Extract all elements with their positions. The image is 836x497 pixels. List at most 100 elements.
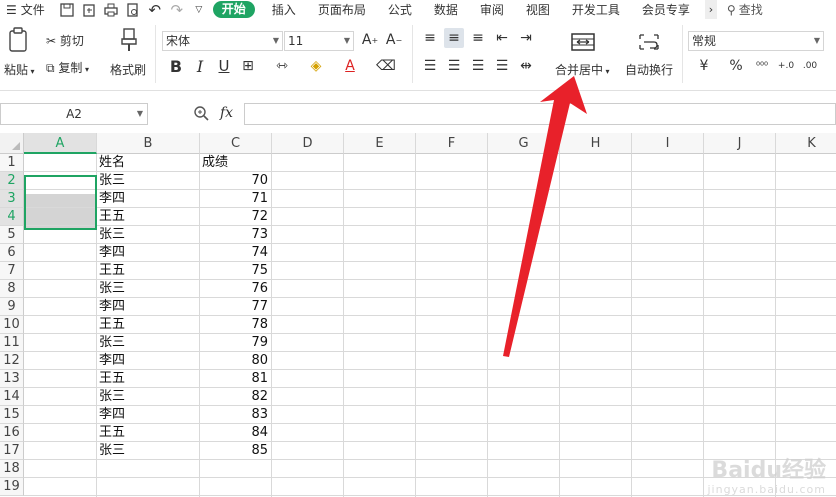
row-header-12[interactable]: 12 xyxy=(0,352,24,370)
row-header-9[interactable]: 9 xyxy=(0,298,24,316)
cell-c8[interactable]: 76 xyxy=(202,281,268,297)
decrease-indent-icon[interactable]: ⇤ xyxy=(492,28,512,48)
row-header-8[interactable]: 8 xyxy=(0,280,24,298)
decrease-font-icon[interactable]: A − xyxy=(384,30,404,50)
align-center-icon[interactable]: ☰ xyxy=(444,56,464,76)
column-header-a[interactable]: A xyxy=(24,133,97,154)
row-header-5[interactable]: 5 xyxy=(0,226,24,244)
cell-c10[interactable]: 78 xyxy=(202,317,268,333)
distributed-icon[interactable]: ⇹ xyxy=(516,56,536,76)
zoom-icon[interactable] xyxy=(193,105,209,124)
tab-member[interactable]: 会员专享 xyxy=(631,0,701,19)
format-painter-button[interactable]: 格式刷 xyxy=(110,61,146,78)
cell-b17[interactable]: 张三 xyxy=(99,443,196,459)
chevron-right-icon[interactable]: › xyxy=(704,0,717,19)
bold-icon[interactable]: B xyxy=(166,56,186,76)
column-header-e[interactable]: E xyxy=(344,133,416,154)
cell-b11[interactable]: 张三 xyxy=(99,335,196,351)
align-right-icon[interactable]: ☰ xyxy=(468,56,488,76)
name-box[interactable]: A2 ▼ xyxy=(0,103,148,125)
wrap-text-icon[interactable] xyxy=(635,30,663,54)
column-header-h[interactable]: H xyxy=(560,133,632,154)
copy-button[interactable]: ⧉ 复制 ▾ xyxy=(46,59,89,76)
row-header-6[interactable]: 6 xyxy=(0,244,24,262)
tab-home[interactable]: 开始 xyxy=(212,1,255,18)
align-left-icon[interactable]: ☰ xyxy=(420,56,440,76)
print-preview-icon[interactable] xyxy=(125,2,141,18)
column-header-k[interactable]: K xyxy=(776,133,836,154)
percent-icon[interactable]: % xyxy=(726,56,746,76)
cell-b1[interactable]: 姓名 xyxy=(99,155,196,171)
row-header-10[interactable]: 10 xyxy=(0,316,24,334)
cell-b14[interactable]: 张三 xyxy=(99,389,196,405)
cell-c15[interactable]: 83 xyxy=(202,407,268,423)
font-size-select[interactable]: 11 ▼ xyxy=(284,31,354,51)
font-color-icon[interactable]: A xyxy=(340,56,360,76)
column-header-i[interactable]: I xyxy=(632,133,704,154)
tab-formulas[interactable]: 公式 xyxy=(377,0,423,19)
cut-button[interactable]: ✂ 剪切 xyxy=(46,32,84,49)
number-format-select[interactable]: 常规 ▼ xyxy=(688,31,824,51)
cell-b13[interactable]: 王五 xyxy=(99,371,196,387)
customize-dropdown-icon[interactable]: ▽ xyxy=(191,2,207,18)
row-header-11[interactable]: 11 xyxy=(0,334,24,352)
cell-c9[interactable]: 77 xyxy=(202,299,268,315)
increase-indent-icon[interactable]: ⇥ xyxy=(516,28,536,48)
italic-icon[interactable]: I xyxy=(190,56,210,76)
column-header-g[interactable]: G xyxy=(488,133,560,154)
cell-c2[interactable]: 70 xyxy=(202,173,268,189)
fx-icon[interactable]: fx xyxy=(220,105,233,121)
cell-b6[interactable]: 李四 xyxy=(99,245,196,261)
align-top-icon[interactable]: ≡ xyxy=(420,28,440,48)
increase-decimal-icon[interactable]: +.0 xyxy=(776,56,796,76)
column-header-c[interactable]: C xyxy=(200,133,272,154)
merge-center-button[interactable]: 合并居中 ▾ xyxy=(555,61,610,78)
row-header-2[interactable]: 2 xyxy=(0,172,24,190)
cell-b2[interactable]: 张三 xyxy=(99,173,196,189)
cell-c5[interactable]: 73 xyxy=(202,227,268,243)
row-header-13[interactable]: 13 xyxy=(0,370,24,388)
select-all-corner[interactable] xyxy=(0,133,24,154)
align-bottom-icon[interactable]: ≡ xyxy=(468,28,488,48)
tab-page-layout[interactable]: 页面布局 xyxy=(307,0,377,19)
brush-icon[interactable] xyxy=(117,27,141,53)
cell-c4[interactable]: 72 xyxy=(202,209,268,225)
underline-icon[interactable]: U xyxy=(214,56,234,76)
redo-icon[interactable]: ↷ xyxy=(169,1,185,19)
row-header-3[interactable]: 3 xyxy=(0,190,24,208)
paste-button[interactable]: 粘贴 ▾ xyxy=(4,61,35,78)
row-header-18[interactable]: 18 xyxy=(0,460,24,478)
cell-c16[interactable]: 84 xyxy=(202,425,268,441)
eraser-icon[interactable]: ⌫ xyxy=(376,56,396,76)
export-icon[interactable] xyxy=(81,2,97,18)
cell-b7[interactable]: 王五 xyxy=(99,263,196,279)
row-header-15[interactable]: 15 xyxy=(0,406,24,424)
search-command[interactable]: ⚲ 查找 xyxy=(727,0,763,19)
cell-b15[interactable]: 李四 xyxy=(99,407,196,423)
cell-c14[interactable]: 82 xyxy=(202,389,268,405)
cell-c12[interactable]: 80 xyxy=(202,353,268,369)
row-header-1[interactable]: 1 xyxy=(0,154,24,172)
increase-font-icon[interactable]: A + xyxy=(360,30,380,50)
tab-insert[interactable]: 插入 xyxy=(261,0,307,19)
merge-cells-icon[interactable] xyxy=(569,30,597,54)
column-header-f[interactable]: F xyxy=(416,133,488,154)
strikethrough-icon[interactable]: ⇿ xyxy=(272,56,292,76)
column-header-d[interactable]: D xyxy=(272,133,344,154)
cell-b5[interactable]: 张三 xyxy=(99,227,196,243)
border-icon[interactable]: ⊞ xyxy=(238,56,258,76)
cell-b9[interactable]: 李四 xyxy=(99,299,196,315)
align-middle-icon[interactable]: ≡ xyxy=(444,28,464,48)
wrap-text-button[interactable]: 自动换行 xyxy=(625,61,673,78)
decrease-decimal-icon[interactable]: .00 xyxy=(800,56,820,76)
row-header-17[interactable]: 17 xyxy=(0,442,24,460)
row-header-14[interactable]: 14 xyxy=(0,388,24,406)
font-name-select[interactable]: 宋体 ▼ xyxy=(162,31,283,51)
cell-c11[interactable]: 79 xyxy=(202,335,268,351)
paste-icon[interactable] xyxy=(6,27,30,53)
tab-developer[interactable]: 开发工具 xyxy=(561,0,631,19)
cell-c6[interactable]: 74 xyxy=(202,245,268,261)
fill-color-icon[interactable]: ◈ xyxy=(306,56,326,76)
cell-b16[interactable]: 王五 xyxy=(99,425,196,441)
row-header-4[interactable]: 4 xyxy=(0,208,24,226)
